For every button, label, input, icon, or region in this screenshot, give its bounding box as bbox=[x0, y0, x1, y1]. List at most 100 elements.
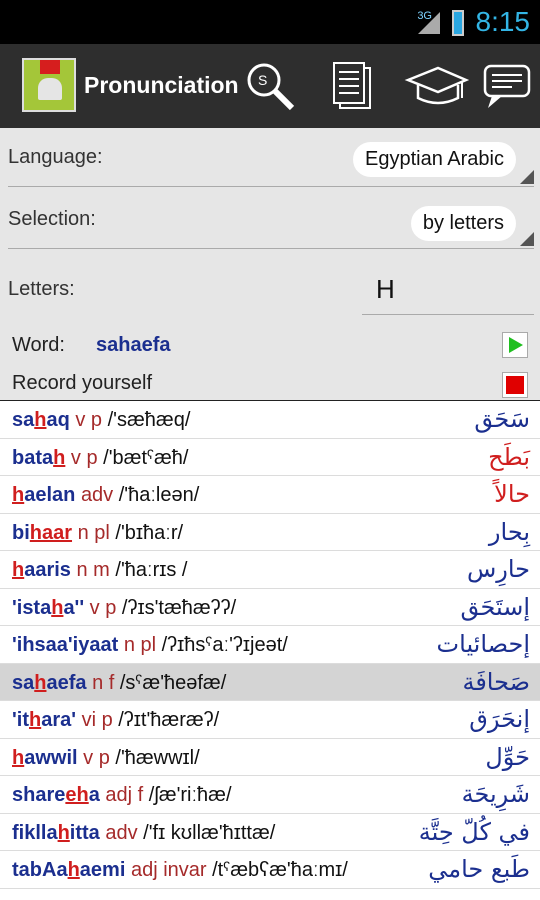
list-item[interactable]: sahaq v p /'sæħæq/سَحَق bbox=[0, 401, 540, 439]
transliteration: bihaar bbox=[12, 521, 73, 544]
part-of-speech: adv bbox=[105, 821, 138, 844]
ipa: /'ħaːrɪs / bbox=[115, 559, 188, 581]
dropdown-corner-icon bbox=[520, 232, 534, 246]
list-item[interactable]: tabAahaemi adj invar /tˤæbʕæ'ħaːmɪ/طَبع … bbox=[0, 851, 540, 889]
transliteration: tabAahaemi bbox=[12, 859, 126, 881]
word-value: sahaefa bbox=[96, 334, 171, 356]
part-of-speech: v p bbox=[75, 409, 103, 431]
arabic-word: إستَحَق bbox=[460, 592, 530, 621]
part-of-speech: n f bbox=[92, 671, 115, 694]
play-button[interactable] bbox=[502, 332, 528, 358]
letters-value: H bbox=[376, 274, 395, 304]
part-of-speech: adj invar bbox=[130, 859, 207, 881]
ipa: /tˤæbʕæ'ħaːmɪ/ bbox=[212, 859, 348, 881]
list-item[interactable]: 'istaha'' v p /ʔɪs'tæħæʔʔ/إستَحَق bbox=[0, 589, 540, 626]
transliteration: haaris bbox=[12, 559, 71, 581]
arabic-word: سَحَق bbox=[474, 405, 530, 433]
ipa: /'fɪ kʊllæ'ħɪttæ/ bbox=[143, 821, 276, 844]
part-of-speech: vi p bbox=[81, 709, 113, 731]
word-list: sahaq v p /'sæħæq/سَحَق batah v p /'bætˤæ… bbox=[0, 400, 540, 889]
part-of-speech: n m bbox=[76, 559, 110, 581]
entry-text: 'ihsaa'iyaat n pl /ʔɪħsˤaː'ʔɪjeət/ bbox=[12, 634, 288, 657]
list-item[interactable]: shareeha adj f /ʃæ'riːħæ/شَرِيحَة bbox=[0, 776, 540, 814]
ipa: /'bɪħaːr/ bbox=[115, 521, 184, 544]
transliteration: sahaefa bbox=[12, 671, 87, 694]
entry-text: fikllahitta adv /'fɪ kʊllæ'ħɪttæ/ bbox=[12, 822, 275, 845]
part-of-speech: n pl bbox=[77, 521, 110, 544]
arabic-word: حارِس bbox=[466, 555, 530, 583]
list-item[interactable]: haaris n m /'ħaːrɪs / حارِس bbox=[0, 551, 540, 589]
part-of-speech: v p bbox=[70, 446, 98, 469]
clock: 8:15 bbox=[475, 6, 531, 37]
battery-icon bbox=[452, 10, 464, 36]
entry-text: batah v p /'bætˤæħ/ bbox=[12, 447, 188, 470]
arabic-word: بِحار bbox=[488, 517, 530, 546]
transliteration: 'istaha'' bbox=[12, 596, 85, 619]
ipa: /ʔɪħsˤaː'ʔɪjeət/ bbox=[161, 634, 288, 656]
arabic-word: صَحافَة bbox=[462, 667, 530, 696]
svg-text:S: S bbox=[258, 72, 267, 88]
language-label: Language: bbox=[8, 146, 103, 168]
arabic-word: شَرِيحَة bbox=[461, 780, 530, 808]
arabic-word: حَوِّل bbox=[485, 742, 530, 771]
record-label: Record yourself bbox=[12, 372, 153, 394]
ipa: /ʔɪt'ħæræʔ/ bbox=[118, 709, 220, 731]
list-item[interactable]: 'ihsaa'iyaat n pl /ʔɪħsˤaː'ʔɪjeət/إحصائي… bbox=[0, 626, 540, 664]
entry-text: bihaar n pl /'bɪħaːr/ bbox=[12, 522, 183, 545]
signal-icon bbox=[418, 12, 440, 34]
record-button[interactable] bbox=[502, 372, 528, 398]
transliteration: batah bbox=[12, 446, 66, 469]
list-item[interactable]: bihaar n pl /'bɪħaːr/بِحار bbox=[0, 514, 540, 551]
part-of-speech: adj f bbox=[105, 784, 144, 806]
entry-text: sahaq v p /'sæħæq/ bbox=[12, 409, 190, 432]
ipa: /'bætˤæħ/ bbox=[103, 446, 189, 469]
search-icon[interactable]: S bbox=[244, 60, 296, 112]
app-title: Pronunciation bbox=[84, 72, 239, 98]
list-item[interactable]: sahaefa n f /sˤæ'ħeəfæ/صَحافَة bbox=[0, 663, 540, 701]
selection-select[interactable]: by letters bbox=[410, 206, 516, 241]
part-of-speech: n pl bbox=[123, 634, 157, 656]
list-item[interactable]: batah v p /'bætˤæħ/بَطَح bbox=[0, 439, 540, 476]
ipa: /'sæħæq/ bbox=[107, 409, 191, 431]
transliteration: haelan bbox=[12, 484, 76, 506]
transliteration: fikllahitta bbox=[12, 821, 100, 844]
ipa: /ʔɪs'tæħæʔʔ/ bbox=[121, 596, 237, 619]
status-bar: 3G 8:15 bbox=[0, 0, 540, 44]
entry-text: sahaefa n f /sˤæ'ħeəfæ/ bbox=[12, 672, 226, 695]
ipa: /ʃæ'riːħæ/ bbox=[148, 784, 232, 806]
letters-label: Letters: bbox=[8, 278, 75, 300]
entry-text: tabAahaemi adj invar /tˤæbʕæ'ħaːmɪ/ bbox=[12, 859, 348, 882]
entry-text: 'istaha'' v p /ʔɪs'tæħæʔʔ/ bbox=[12, 597, 236, 620]
list-item[interactable]: fikllahitta adv /'fɪ kʊllæ'ħɪttæ/في كُلّ… bbox=[0, 814, 540, 851]
divider bbox=[8, 186, 534, 187]
word-label: Word: bbox=[12, 334, 65, 356]
transliteration: hawwil bbox=[12, 746, 78, 769]
action-bar: Pronunciation S bbox=[0, 44, 540, 128]
graduation-cap-icon[interactable] bbox=[404, 60, 470, 112]
part-of-speech: v p bbox=[83, 746, 110, 769]
app-logo-icon[interactable] bbox=[22, 58, 76, 112]
arabic-word: إنحَرَق bbox=[469, 705, 530, 733]
list-item[interactable]: haelan adv /'ħaːleən/حالاً bbox=[0, 476, 540, 514]
list-item[interactable]: hawwil v p /'ħæwwɪl/حَوِّل bbox=[0, 739, 540, 776]
ipa: /sˤæ'ħeəfæ/ bbox=[119, 671, 227, 694]
part-of-speech: adv bbox=[80, 484, 114, 506]
arabic-word: طَبع حامي bbox=[428, 855, 530, 883]
transliteration: 'ithara' bbox=[12, 709, 76, 731]
documents-icon[interactable] bbox=[326, 60, 378, 112]
entry-text: haelan adv /'ħaːleən/ bbox=[12, 484, 199, 507]
dropdown-corner-icon bbox=[520, 170, 534, 184]
arabic-word: في كُلّ حِتَّة bbox=[418, 817, 530, 846]
arabic-word: بَطَح bbox=[488, 442, 530, 471]
settings-panel: Language: Egyptian Arabic Selection: by … bbox=[0, 128, 540, 400]
divider bbox=[8, 248, 534, 249]
transliteration: 'ihsaa'iyaat bbox=[12, 634, 119, 656]
list-item[interactable]: 'ithara' vi p /ʔɪt'ħæræʔ/إنحَرَق bbox=[0, 701, 540, 739]
chat-icon[interactable] bbox=[482, 60, 534, 112]
transliteration: sahaq bbox=[12, 409, 70, 431]
transliteration: shareeha bbox=[12, 784, 100, 806]
ipa: /'ħaːleən/ bbox=[118, 484, 200, 506]
language-select[interactable]: Egyptian Arabic bbox=[353, 142, 516, 177]
arabic-word: حالاً bbox=[494, 480, 530, 508]
selection-label: Selection: bbox=[8, 208, 96, 230]
